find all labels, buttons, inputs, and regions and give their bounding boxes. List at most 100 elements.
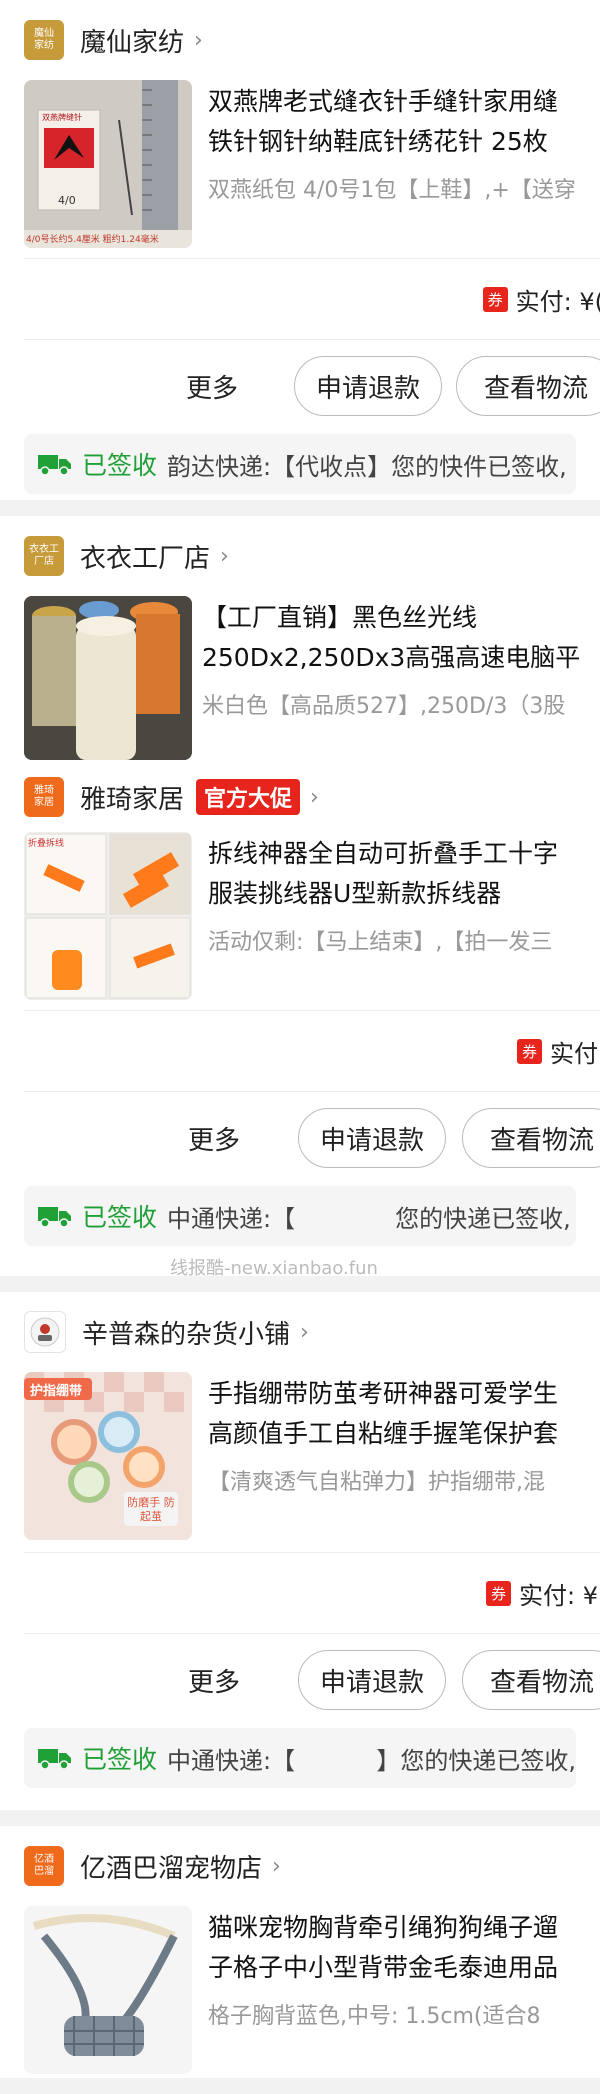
order-card: 辛普森的杂货小铺 › 护指绷带 防磨手 防起茧 手指绷带防茧考研神器可爱学生 高… <box>0 1292 600 1810</box>
store-logo: 魔仙家纺 <box>24 20 64 60</box>
product-item[interactable]: 护指绷带 防磨手 防起茧 手指绷带防茧考研神器可爱学生 高颜值手工自粘缠手握笔保… <box>0 1372 600 1542</box>
thumb-label: 折叠拆线 <box>28 836 65 849</box>
seam-ripper-image <box>24 832 192 1000</box>
refund-button[interactable]: 申请退款 <box>298 1650 446 1710</box>
product-title-line1[interactable]: 猫咪宠物胸背牵引绳狗狗绳子遛 <box>208 1908 600 1948</box>
store-name[interactable]: 辛普森的杂货小铺 <box>82 1314 290 1351</box>
store-logo: 雅琦家居 <box>24 777 64 817</box>
store-header[interactable]: 雅琦家居 雅琦家居 官方大促 › <box>0 762 600 832</box>
product-title-line1[interactable]: 拆线神器全自动可折叠手工十字 <box>208 834 600 874</box>
store-logo: 衣衣工厂店 <box>24 536 64 576</box>
product-thumbnail[interactable] <box>24 1906 192 2074</box>
redacted-area <box>295 1204 395 1228</box>
thumb-label: 护指绷带 <box>30 1384 83 1399</box>
delivery-text-2: 您的快递已签收, <box>395 1204 571 1233</box>
store-logo-text: 雅琦家居 <box>34 785 54 808</box>
delivery-status-bar[interactable]: 已签收 韵达快递:【代收点】您的快件已签收, <box>24 434 576 494</box>
delivery-text: 中通快递:【 <box>167 1746 296 1775</box>
store-header[interactable]: 辛普森的杂货小铺 › <box>0 1292 600 1372</box>
refund-button[interactable]: 申请退款 <box>298 1108 446 1168</box>
more-button[interactable]: 更多 <box>186 368 238 405</box>
product-spec: 格子胸背蓝色,中号: 1.5cm(适合8 <box>208 2004 541 2029</box>
refund-button[interactable]: 申请退款 <box>294 356 442 416</box>
more-button[interactable]: 更多 <box>188 1662 240 1699</box>
product-thumbnail[interactable]: 护指绷带 防磨手 防起茧 <box>24 1372 192 1540</box>
more-button[interactable]: 更多 <box>188 1120 240 1157</box>
watermark: 线报酷-new.xianbao.fun <box>170 1258 378 1276</box>
product-spec: 【清爽透气自粘弹力】护指绷带,混 <box>208 1470 545 1495</box>
order-card: 亿酒巴溜 亿酒巴溜宠物店 › 猫咪宠物胸背牵引绳狗狗绳子遛 子格子中小型背带金毛… <box>0 1826 600 2078</box>
delivery-text: 中通快递:【 <box>167 1204 296 1233</box>
needle-package-image <box>24 80 192 248</box>
store-name[interactable]: 魔仙家纺 <box>80 22 184 59</box>
truck-icon <box>38 455 71 476</box>
product-title-line2[interactable]: 服装挑线器U型新款拆线器 <box>208 874 600 914</box>
order-actions: 更多 申请退款 查看物流 <box>0 1634 600 1724</box>
coupon-badge: 券 <box>482 286 508 312</box>
order-card: 魔仙家纺 魔仙家纺 › 双燕牌缝针 4/0 4/0号长约5.4厘米 粗约1.24… <box>0 0 600 500</box>
payment-row: 券 实付 <box>0 1011 600 1091</box>
product-item[interactable]: 双燕牌缝针 4/0 4/0号长约5.4厘米 粗约1.24毫米 双燕牌老式缝衣针手… <box>0 80 600 250</box>
product-thumbnail[interactable]: 折叠拆线 <box>24 832 192 1000</box>
redacted-area <box>295 1746 376 1770</box>
store-name[interactable]: 雅琦家居 <box>80 779 184 816</box>
logistics-button[interactable]: 查看物流 <box>462 1650 600 1710</box>
thread-spools-image <box>24 596 192 760</box>
paid-amount: 实付: ¥( <box>515 287 600 316</box>
chevron-right-icon: › <box>300 1319 309 1345</box>
truck-icon <box>38 1207 71 1228</box>
store-header[interactable]: 衣衣工厂店 衣衣工厂店 › <box>0 516 600 596</box>
store-name[interactable]: 衣衣工厂店 <box>80 538 210 575</box>
product-title-line1[interactable]: 【工厂直销】黑色丝光线 <box>202 598 600 638</box>
payment-row: 券 实付: ¥ <box>0 1553 600 1633</box>
thumb-number: 4/0 <box>58 194 76 207</box>
order-actions: 更多 申请退款 查看物流 <box>0 1092 600 1182</box>
store-logo-text: 魔仙家纺 <box>34 28 54 51</box>
product-title-line2[interactable]: 250Dx2,250Dx3高强高速电脑平 <box>202 638 600 678</box>
product-spec: 双燕纸包 4/0号1包【上鞋】,+【送穿 <box>208 178 576 203</box>
card-separator <box>0 500 600 516</box>
logistics-button[interactable]: 查看物流 <box>462 1108 600 1168</box>
delivery-text: 韵达快递:【代收点】您的快件已签收, <box>167 452 567 481</box>
chevron-right-icon: › <box>272 1853 281 1879</box>
product-title-line1[interactable]: 双燕牌老式缝衣针手缝针家用缝 <box>208 82 600 122</box>
product-spec: 活动仅剩:【马上结束】,【拍一发三 <box>208 930 553 955</box>
delivery-status: 已签收 <box>82 451 158 480</box>
delivery-status-bar[interactable]: 已签收 中通快递:【 】您的快递已签收, <box>24 1728 576 1788</box>
product-thumbnail[interactable] <box>24 596 192 760</box>
delivery-status: 已签收 <box>82 1745 158 1774</box>
thumb-label: 双燕牌缝针 <box>42 113 82 122</box>
delivery-status: 已签收 <box>82 1203 158 1232</box>
product-title-line2[interactable]: 子格子中小型背带金毛泰迪用品 <box>208 1948 600 1988</box>
store-header[interactable]: 亿酒巴溜 亿酒巴溜宠物店 › <box>0 1826 600 1906</box>
payment-row: 券 实付: ¥( <box>0 259 600 339</box>
chevron-right-icon: › <box>194 27 203 53</box>
store-avatar-icon <box>30 1317 60 1347</box>
paid-amount: 实付: ¥ <box>519 1581 598 1610</box>
product-item[interactable]: 折叠拆线 拆线神器全自动可折叠手工十字 服装挑线器U型新款拆线器 活动仅剩:【马… <box>0 832 600 1002</box>
card-separator <box>0 1810 600 1826</box>
thumb-caption: 4/0号长约5.4厘米 粗约1.24毫米 <box>26 235 159 245</box>
store-header[interactable]: 魔仙家纺 魔仙家纺 › <box>0 0 600 80</box>
logistics-button[interactable]: 查看物流 <box>456 356 600 416</box>
store-name[interactable]: 亿酒巴溜宠物店 <box>80 1848 262 1885</box>
promo-badge: 官方大促 <box>196 779 301 815</box>
delivery-status-bar[interactable]: 已签收 中通快递:【 您的快递已签收, <box>24 1186 576 1246</box>
store-logo-text: 衣衣工厂店 <box>29 544 59 567</box>
store-logo-text: 亿酒巴溜 <box>34 1854 54 1877</box>
chevron-right-icon: › <box>310 784 319 810</box>
product-spec: 米白色【高品质527】,250D/3（3股 <box>202 694 566 719</box>
product-item[interactable]: 【工厂直销】黑色丝光线 250Dx2,250Dx3高强高速电脑平 米白色【高品质… <box>0 596 600 762</box>
chevron-right-icon: › <box>220 543 229 569</box>
thumb-note: 防磨手 防起茧 <box>127 1496 175 1523</box>
product-item[interactable]: 猫咪宠物胸背牵引绳狗狗绳子遛 子格子中小型背带金毛泰迪用品 格子胸背蓝色,中号:… <box>0 1906 600 2076</box>
store-logo <box>24 1311 66 1353</box>
product-title-line2[interactable]: 铁针钢针纳鞋底针绣花针 25枚 <box>208 122 600 162</box>
order-card: 衣衣工厂店 衣衣工厂店 › 【工厂直销】黑色丝光线 250Dx2,250Dx3高… <box>0 516 600 1276</box>
coupon-badge: 券 <box>516 1038 542 1064</box>
product-title-line2[interactable]: 高颜值手工自粘缠手握笔保护套 <box>208 1414 600 1454</box>
product-title-line1[interactable]: 手指绷带防茧考研神器可爱学生 <box>208 1374 600 1414</box>
card-separator <box>0 1276 600 1292</box>
coupon-badge: 券 <box>486 1580 512 1606</box>
product-thumbnail[interactable]: 双燕牌缝针 4/0 4/0号长约5.4厘米 粗约1.24毫米 <box>24 80 192 248</box>
